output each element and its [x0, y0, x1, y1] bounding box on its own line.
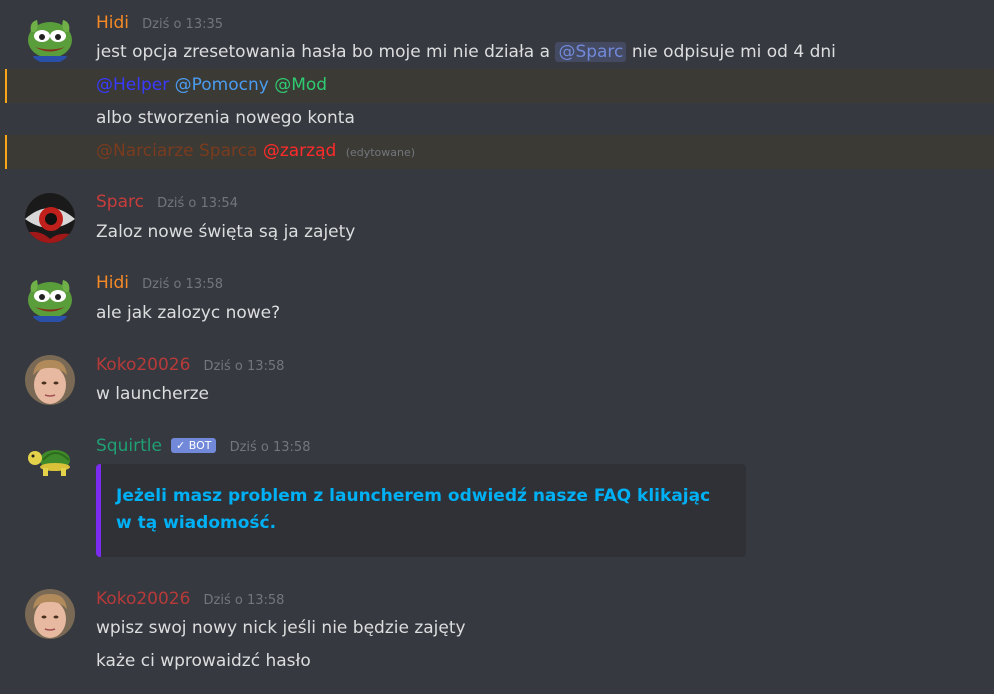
message-line[interactable]: Zaloz nowe święta są ja zajety	[0, 216, 994, 250]
message-header: Hidi Dziś o 13:58	[96, 273, 223, 295]
message-text: @Helper @Pomocny @Mod	[96, 75, 327, 95]
message-header: Sparc Dziś o 13:54	[96, 192, 238, 214]
embed-link[interactable]: Jeżeli masz problem z launcherem odwiedź…	[116, 483, 716, 537]
message-line[interactable]: ale jak zalozyc nowe?	[0, 297, 994, 331]
message-header: Koko20026 Dziś o 13:58	[96, 589, 284, 611]
message-header: Koko20026 Dziś o 13:58	[96, 355, 284, 377]
username[interactable]: Sparc	[96, 192, 144, 212]
username[interactable]: Koko20026	[96, 355, 190, 375]
message-line[interactable]: albo stworzenia nowego konta	[0, 102, 994, 136]
message-text: w launcherze	[96, 384, 209, 404]
timestamp[interactable]: Dziś o 13:58	[204, 359, 285, 374]
role-mention-pomocny[interactable]: @Pomocny	[175, 75, 269, 95]
message-header: Hidi Dziś o 13:35	[96, 13, 223, 35]
edited-label: (edytowane)	[345, 146, 416, 159]
message-line[interactable]: jest opcja zresetowania hasła bo moje mi…	[0, 36, 994, 70]
turtle-icon	[25, 436, 75, 486]
username[interactable]: Koko20026	[96, 589, 190, 609]
role-mention-narciarze[interactable]: @Narciarze Sparca	[96, 141, 257, 161]
timestamp[interactable]: Dziś o 13:54	[157, 196, 238, 211]
username[interactable]: Squirtle	[96, 436, 162, 456]
message-text: @Narciarze Sparca @zarząd (edytowane)	[96, 141, 415, 161]
message-text: ale jak zalozyc nowe?	[96, 303, 281, 323]
timestamp[interactable]: Dziś o 13:58	[142, 277, 223, 292]
check-icon: ✓	[176, 439, 186, 452]
role-mention-zarzad[interactable]: @zarząd	[263, 141, 336, 161]
message-header: Squirtle ✓ BOT Dziś o 13:58	[96, 436, 310, 458]
message-line[interactable]: w launcherze	[0, 378, 994, 412]
squirtle-avatar[interactable]	[25, 436, 75, 486]
message-line[interactable]: wpisz swoj nowy nick jeśli nie będzie za…	[0, 612, 994, 646]
bot-label: BOT	[188, 439, 212, 452]
role-mention-mod[interactable]: @Mod	[274, 75, 327, 95]
message-text: każe ci wprowaidzć hasło	[96, 651, 311, 671]
text-segment: nie odpisuje mi od 4 dni	[631, 42, 836, 62]
role-mention-helper[interactable]: @Helper	[96, 75, 169, 95]
message-text: jest opcja zresetowania hasła bo moje mi…	[96, 42, 836, 62]
message-line-highlighted[interactable]: @Narciarze Sparca @zarząd (edytowane)	[0, 135, 994, 169]
username[interactable]: Hidi	[96, 273, 129, 293]
message-embed[interactable]: Jeżeli masz problem z launcherem odwiedź…	[96, 464, 746, 557]
message-text: Zaloz nowe święta są ja zajety	[96, 222, 356, 242]
message-line[interactable]: każe ci wprowaidzć hasło	[0, 645, 994, 679]
username[interactable]: Hidi	[96, 13, 129, 33]
user-mention[interactable]: @Sparc	[555, 42, 627, 62]
bot-badge: ✓ BOT	[171, 438, 217, 453]
timestamp[interactable]: Dziś o 13:58	[204, 593, 285, 608]
message-text: wpisz swoj nowy nick jeśli nie będzie za…	[96, 618, 466, 638]
message-text: albo stworzenia nowego konta	[96, 108, 355, 128]
timestamp[interactable]: Dziś o 13:58	[230, 440, 311, 455]
message-line-highlighted[interactable]: @Helper @Pomocny @Mod	[0, 69, 994, 103]
text-segment: jest opcja zresetowania hasła bo moje mi…	[96, 42, 551, 62]
timestamp[interactable]: Dziś o 13:35	[142, 17, 223, 32]
embed-accent-bar	[96, 464, 101, 557]
